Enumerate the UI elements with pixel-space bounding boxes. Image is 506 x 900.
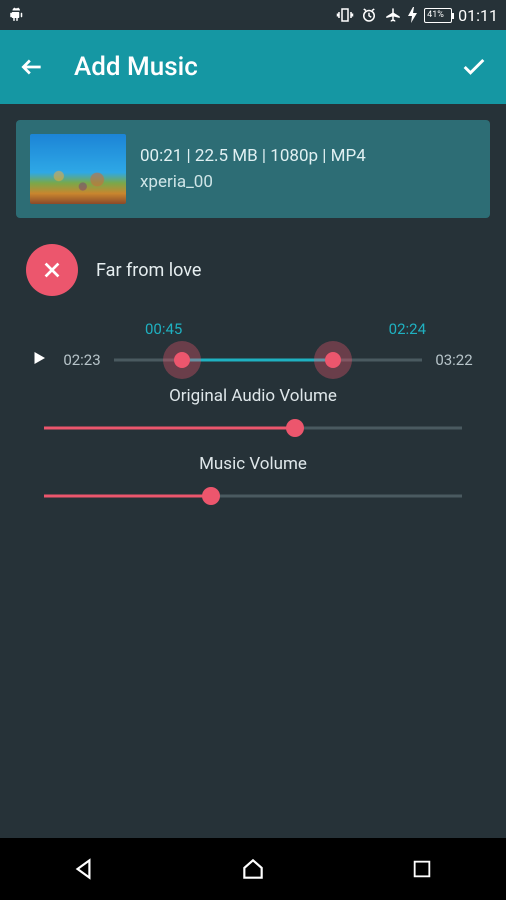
page-title: Add Music — [74, 52, 460, 82]
trim-slider[interactable] — [114, 348, 422, 372]
total-time: 03:22 — [432, 351, 476, 369]
trim-area: 00:45 02:24 02:23 03:22 — [0, 300, 506, 378]
system-nav-bar — [0, 838, 506, 900]
battery-indicator: 41% — [424, 8, 452, 23]
music-volume-thumb[interactable] — [202, 487, 220, 505]
status-time: 01:11 — [458, 6, 498, 25]
trim-start-handle[interactable] — [174, 352, 190, 368]
vibrate-icon — [336, 6, 354, 24]
battery-percent: 41% — [426, 11, 444, 20]
close-icon — [41, 259, 63, 281]
video-thumbnail — [30, 134, 126, 204]
android-icon — [8, 6, 26, 24]
video-card[interactable]: 00:21 | 22.5 MB | 1080p | MP4 xperia_00 — [16, 120, 490, 218]
charging-icon — [408, 7, 418, 23]
trim-end-handle[interactable] — [325, 352, 341, 368]
trim-end-label: 02:24 — [389, 320, 426, 338]
music-volume-section: Music Volume — [0, 446, 506, 514]
app-bar: Add Music — [0, 30, 506, 104]
nav-back-button[interactable] — [64, 849, 104, 889]
video-meta: 00:21 | 22.5 MB | 1080p | MP4 — [140, 146, 366, 166]
current-time: 02:23 — [60, 351, 104, 369]
music-volume-slider[interactable] — [44, 486, 462, 506]
original-volume-section: Original Audio Volume — [0, 378, 506, 446]
square-recents-icon — [411, 858, 433, 880]
trim-start-label: 00:45 — [145, 320, 182, 338]
nav-home-button[interactable] — [233, 849, 273, 889]
music-volume-label: Music Volume — [30, 454, 476, 474]
triangle-back-icon — [71, 856, 97, 882]
original-volume-thumb[interactable] — [286, 419, 304, 437]
remove-music-button[interactable] — [26, 244, 78, 296]
airplane-icon — [384, 6, 402, 24]
home-icon — [240, 856, 266, 882]
video-filename: xperia_00 — [140, 172, 366, 192]
music-row: Far from love — [0, 234, 506, 300]
back-button[interactable] — [18, 53, 46, 81]
original-volume-label: Original Audio Volume — [30, 386, 476, 406]
original-volume-slider[interactable] — [44, 418, 462, 438]
play-icon — [30, 349, 48, 367]
alarm-icon — [360, 6, 378, 24]
music-title: Far from love — [96, 260, 201, 281]
nav-recents-button[interactable] — [402, 849, 442, 889]
status-bar: 41% 01:11 — [0, 0, 506, 30]
play-button[interactable] — [30, 349, 50, 371]
confirm-button[interactable] — [460, 53, 488, 81]
